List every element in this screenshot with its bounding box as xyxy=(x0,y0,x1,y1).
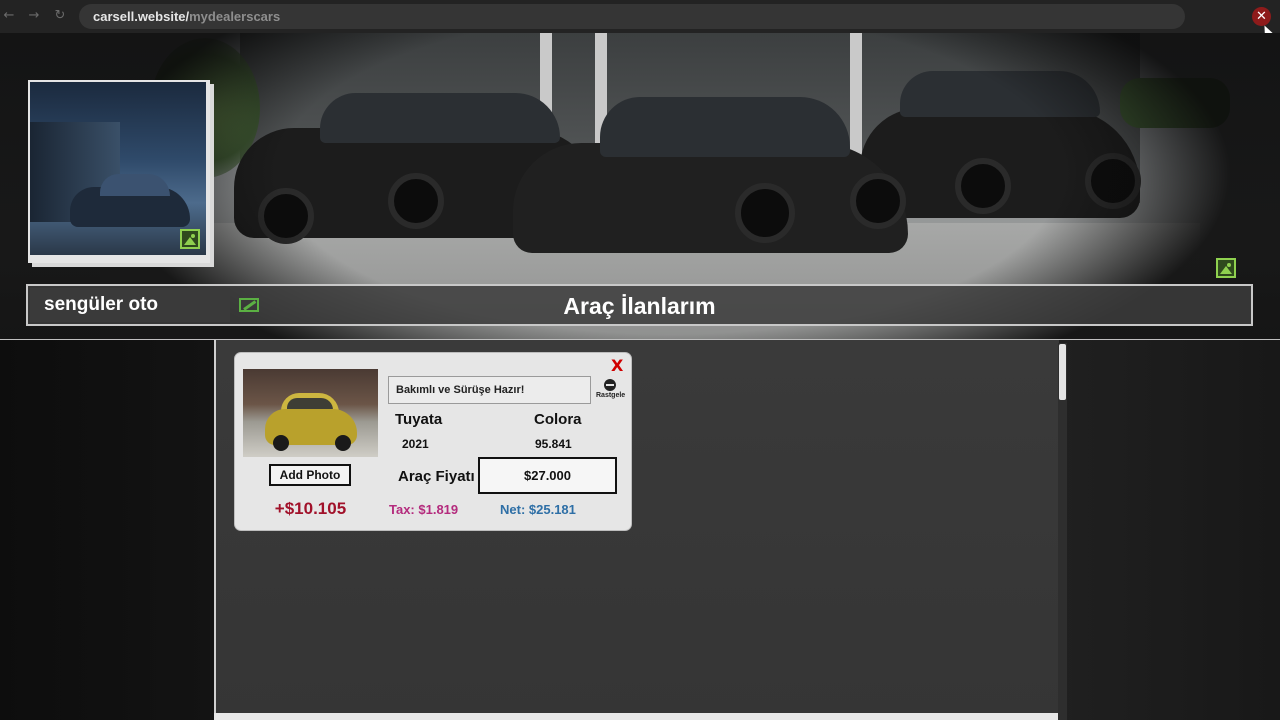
back-icon[interactable]: ← xyxy=(2,8,16,24)
forward-icon[interactable]: → xyxy=(27,8,41,24)
browser-bar: ← → ↻ carsell.website/mydealerscars ✕ xyxy=(0,0,1280,39)
price-input[interactable]: $27.000 xyxy=(478,457,617,494)
remove-listing-button[interactable]: X xyxy=(611,356,623,375)
net-value: Net: $25.181 xyxy=(500,502,576,517)
dealer-name-box: sengüler oto xyxy=(30,288,230,322)
tax-value: Tax: $1.819 xyxy=(389,502,459,517)
random-label: Rastgele xyxy=(596,392,626,399)
url-text: carsell.website/mydealerscars xyxy=(93,9,280,24)
url-path: mydealerscars xyxy=(189,9,281,24)
dealer-profile-picture xyxy=(28,80,210,263)
change-cover-image-icon[interactable] xyxy=(1216,258,1236,278)
url-host: carsell.website/ xyxy=(93,9,190,24)
car-year: 2021 xyxy=(402,437,429,451)
car-mileage: 95.841 xyxy=(535,437,572,451)
car-brand: Tuyata xyxy=(395,411,443,428)
price-label: Araç Fiyatı xyxy=(398,468,475,485)
reload-icon[interactable]: ↻ xyxy=(53,8,67,24)
change-profile-image-icon[interactable] xyxy=(180,229,200,249)
scrollbar-thumb[interactable] xyxy=(1059,344,1066,400)
dealer-name: sengüler oto xyxy=(44,294,159,315)
title-bar: Araç İlanlarım sengüler oto xyxy=(26,284,1253,326)
edit-name-icon[interactable] xyxy=(239,298,259,312)
random-description-button[interactable]: Rastgele xyxy=(596,379,626,403)
profit-value: +$10.105 xyxy=(274,499,347,518)
listings-scrollbar[interactable] xyxy=(1058,343,1067,720)
listings-panel-bottom-edge xyxy=(214,713,1059,720)
car-model: Colora xyxy=(534,411,582,428)
add-photo-button[interactable]: Add Photo xyxy=(269,464,351,486)
listing-car-photo xyxy=(243,369,378,457)
address-bar[interactable]: carsell.website/mydealerscars xyxy=(79,4,1185,29)
listing-card: X Add Photo +$10.105 Bakımlı ve Sürüşe H… xyxy=(234,352,632,531)
dice-icon xyxy=(604,379,616,391)
description-input[interactable]: Bakımlı ve Sürüşe Hazır! xyxy=(388,376,591,404)
